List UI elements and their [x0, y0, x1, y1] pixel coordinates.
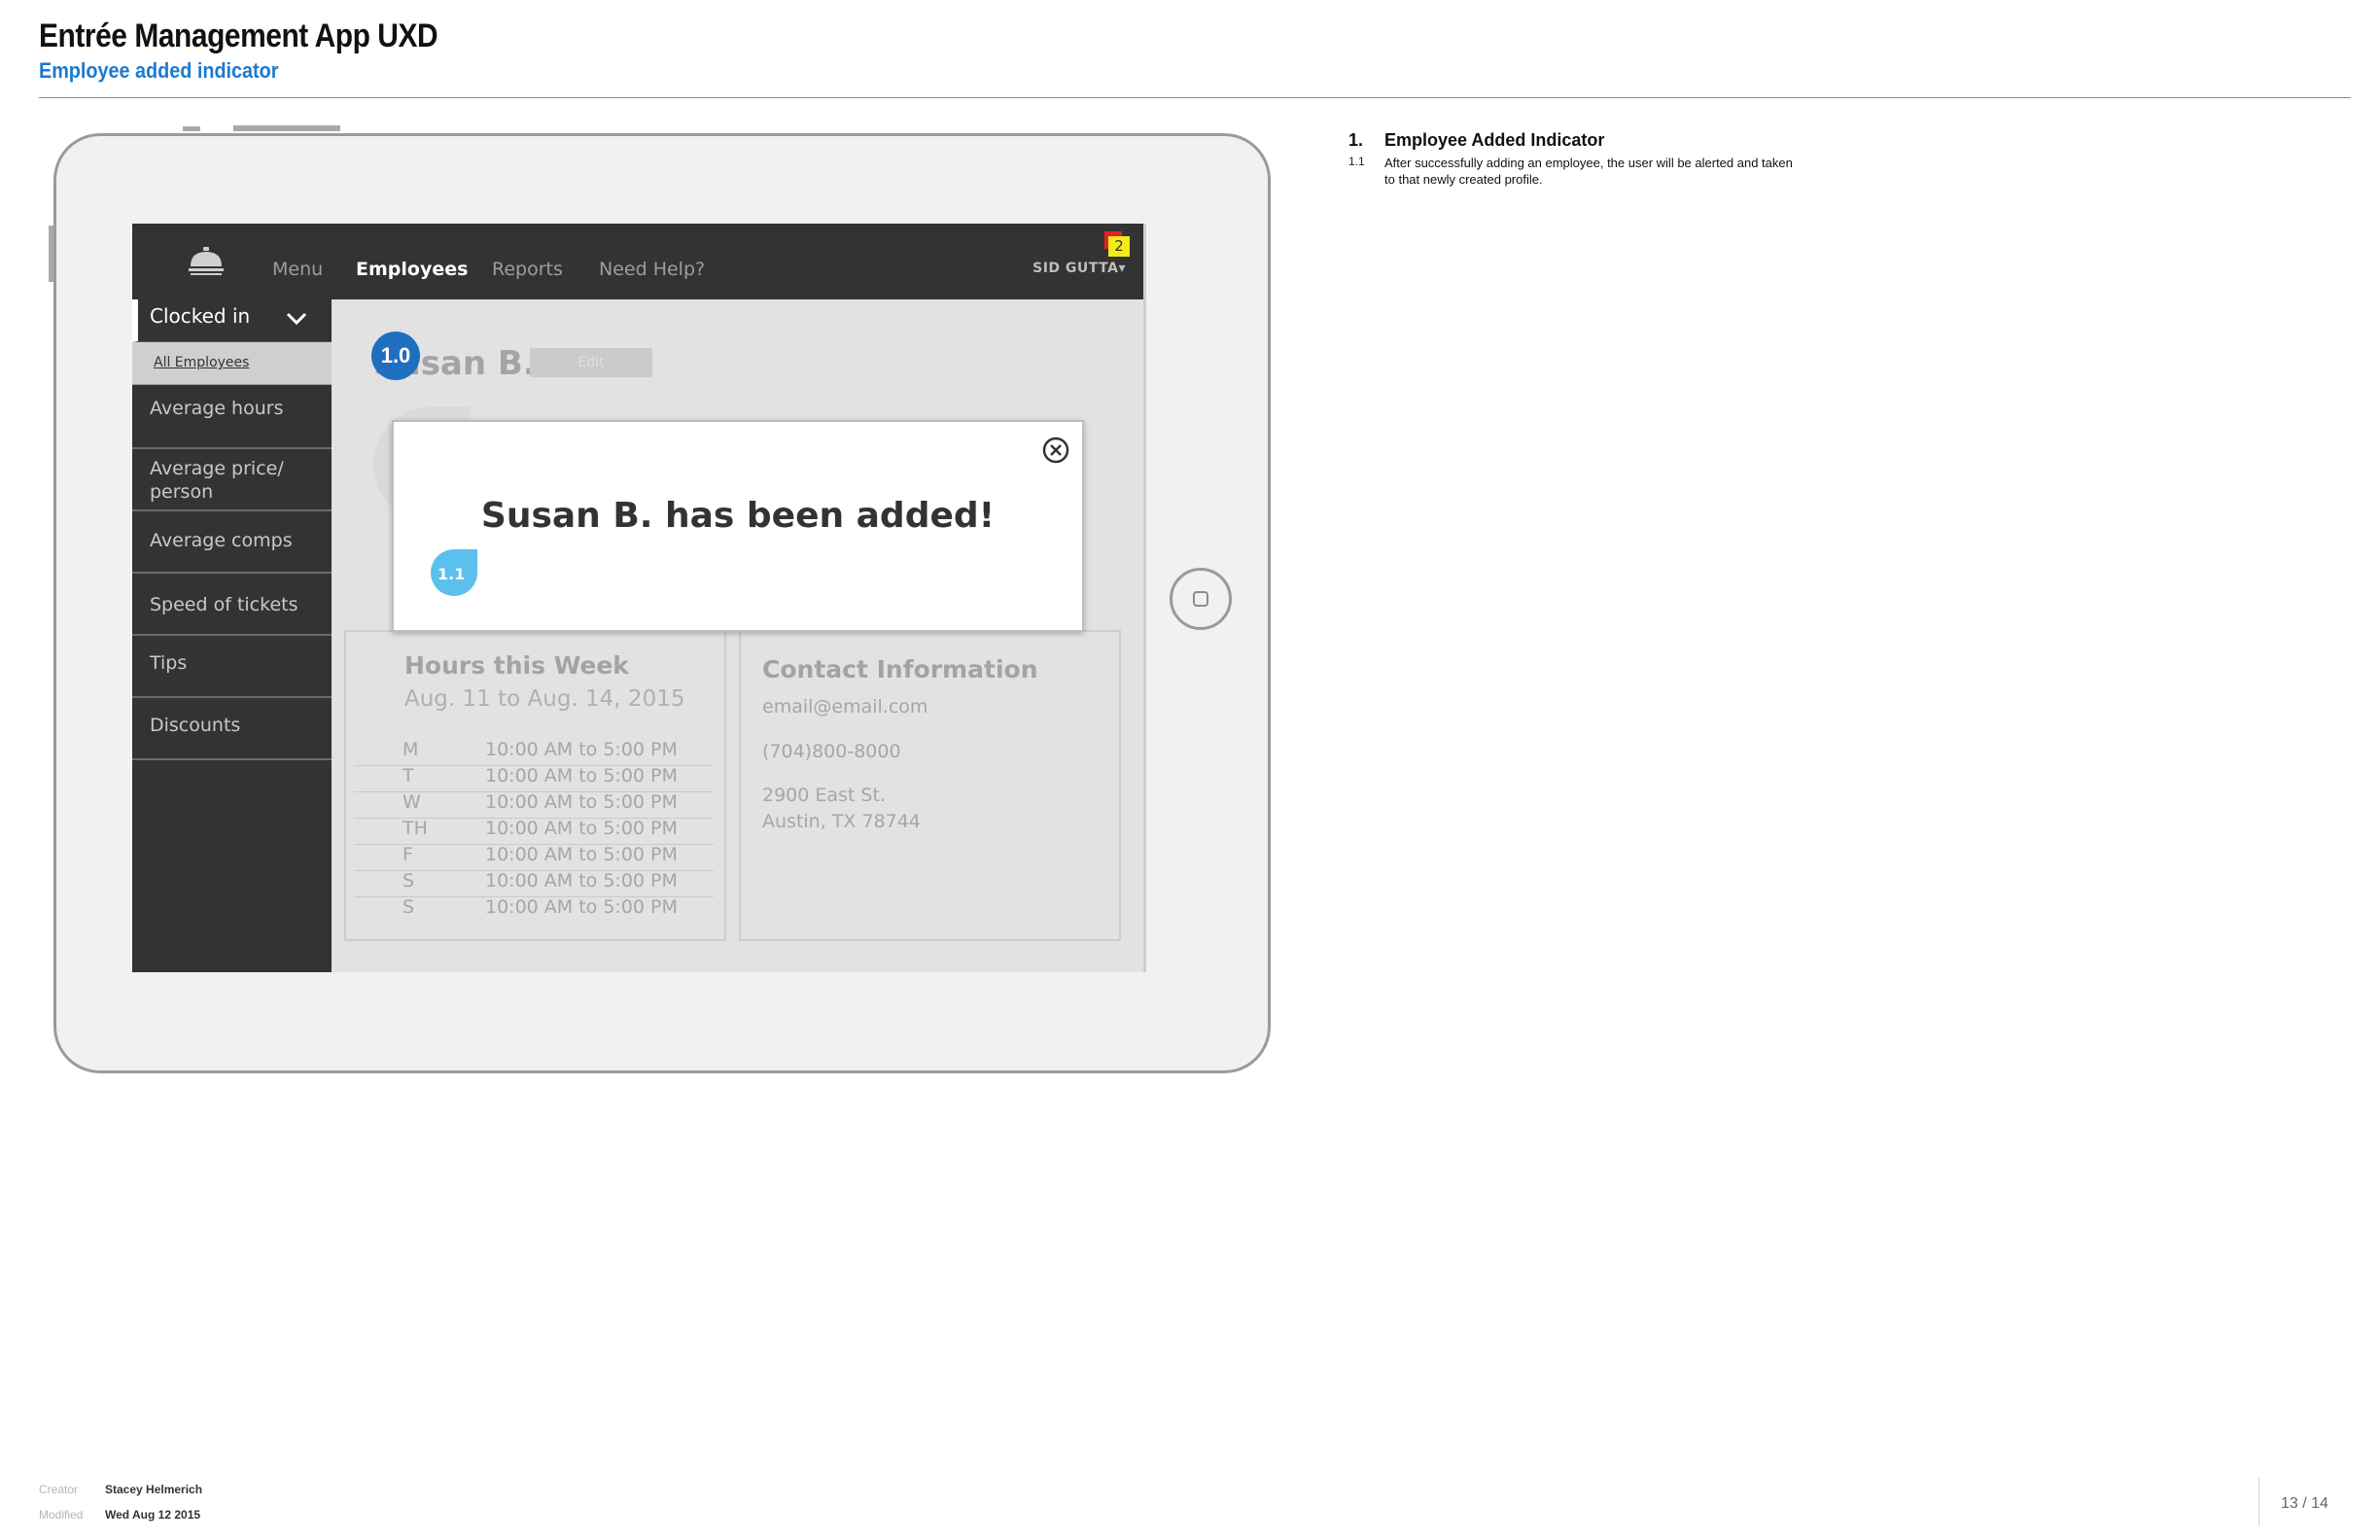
hours-range: Aug. 11 to Aug. 14, 2015 — [404, 686, 685, 712]
modal-message: Susan B. has been added! — [480, 496, 996, 536]
hours-row: TH 10:00 AM to 5:00 PM — [354, 818, 714, 845]
tablet-power-button — [233, 125, 340, 131]
tablet-home-button[interactable] — [1170, 568, 1232, 630]
hours-day: F — [402, 844, 413, 865]
hours-row: F 10:00 AM to 5:00 PM — [354, 844, 714, 871]
sidebar-item-label: Average comps — [150, 530, 293, 551]
sidebar-item-label: Speed of tickets — [150, 594, 298, 615]
chevron-down-icon: ▾ — [1118, 261, 1126, 276]
user-name: SID GUTTA — [1032, 261, 1119, 276]
home-square-icon — [1193, 591, 1208, 607]
all-employees-link[interactable]: All Employees — [154, 355, 249, 370]
hours-title: Hours this Week — [404, 651, 629, 680]
hours-day: W — [402, 791, 421, 813]
hours-row: M 10:00 AM to 5:00 PM — [354, 739, 714, 766]
hours-time: 10:00 AM to 5:00 PM — [485, 870, 678, 892]
nav-reports[interactable]: Reports — [492, 259, 563, 280]
contact-address-line1: 2900 East St. — [762, 785, 886, 806]
header-divider — [39, 97, 2351, 98]
sidebar-item-label: Discounts — [150, 715, 241, 736]
sidebar-item-speed-of-tickets[interactable]: Speed of tickets — [132, 574, 332, 636]
document-subtitle: Employee added indicator — [39, 58, 279, 83]
contact-panel: Contact Information email@email.com (704… — [739, 630, 1121, 941]
hours-day: S — [402, 896, 415, 918]
hours-row: S 10:00 AM to 5:00 PM — [354, 870, 714, 897]
nav-employees[interactable]: Employees — [356, 259, 468, 280]
chevron-down-icon — [286, 312, 307, 326]
close-icon[interactable] — [1042, 437, 1069, 464]
nav-menu[interactable]: Menu — [272, 259, 323, 280]
clocked-in-label: Clocked in — [150, 304, 251, 328]
sidebar-item-all-employees[interactable]: All Employees — [132, 342, 332, 385]
modified-label: Modified — [39, 1508, 84, 1522]
nav-help[interactable]: Need Help? — [599, 259, 705, 280]
hours-time: 10:00 AM to 5:00 PM — [485, 791, 678, 813]
contact-title: Contact Information — [762, 655, 1038, 683]
user-menu[interactable]: SID GUTTA▾ — [1032, 261, 1126, 276]
sidebar-item-tips[interactable]: Tips — [132, 636, 332, 698]
cloche-logo-icon[interactable] — [187, 245, 226, 280]
clocked-in-dropdown[interactable]: Clocked in — [132, 299, 332, 342]
contact-email: email@email.com — [762, 696, 928, 718]
employee-added-modal: Susan B. has been added! — [392, 420, 1084, 632]
sidebar-item-discounts[interactable]: Discounts — [132, 698, 332, 760]
notification-badge[interactable]: 2 — [1108, 236, 1130, 257]
sidebar-item-average-hours[interactable]: Average hours — [132, 385, 332, 449]
annotation-callout-1-1: 1.1 — [429, 547, 479, 598]
note-section-number: 1. — [1348, 130, 1364, 150]
edit-button[interactable]: Edit — [530, 348, 652, 377]
hours-day: T — [402, 765, 414, 787]
hours-day: TH — [402, 818, 428, 839]
hours-time: 10:00 AM to 5:00 PM — [485, 739, 678, 760]
tablet-top-notch — [183, 126, 200, 131]
contact-address-line2: Austin, TX 78744 — [762, 811, 921, 832]
note-item-number: 1.1 — [1348, 155, 1365, 168]
document-title: Entrée Management App UXD — [39, 18, 438, 54]
sidebar-item-average-price[interactable]: Average price/ person — [132, 449, 332, 511]
creator-label: Creator — [39, 1483, 79, 1496]
top-navigation-bar: Menu Employees Reports Need Help? SID GU… — [132, 224, 1143, 299]
callout-label: 1.1 — [438, 565, 466, 583]
sidebar-item-label: Average hours — [150, 398, 284, 419]
footer-divider — [2258, 1478, 2259, 1526]
hours-time: 10:00 AM to 5:00 PM — [485, 818, 678, 839]
modified-value: Wed Aug 12 2015 — [105, 1508, 201, 1522]
note-heading: Employee Added Indicator — [1384, 130, 1605, 150]
creator-value: Stacey Helmerich — [105, 1483, 203, 1496]
hours-time: 10:00 AM to 5:00 PM — [485, 765, 678, 787]
hours-row: T 10:00 AM to 5:00 PM — [354, 765, 714, 792]
sidebar: Clocked in All Employees Average hours A… — [132, 299, 332, 972]
hours-row: W 10:00 AM to 5:00 PM — [354, 791, 714, 819]
hours-time: 10:00 AM to 5:00 PM — [485, 844, 678, 865]
sidebar-item-label: Tips — [150, 652, 188, 674]
hours-row: S 10:00 AM to 5:00 PM — [354, 896, 714, 923]
contact-phone: (704)800-8000 — [762, 741, 901, 762]
note-item-text: After successfully adding an employee, t… — [1384, 156, 1793, 187]
hours-day: S — [402, 870, 415, 892]
hours-panel: Hours this Week Aug. 11 to Aug. 14, 2015… — [344, 630, 726, 941]
sidebar-item-average-comps[interactable]: Average comps — [132, 511, 332, 574]
annotation-callout-1-0: 1.0 — [371, 332, 420, 380]
sidebar-item-label: Average price/ person — [150, 458, 284, 503]
hours-time: 10:00 AM to 5:00 PM — [485, 896, 678, 918]
page-number: 13 / 14 — [2281, 1495, 2328, 1512]
hours-day: M — [402, 739, 419, 760]
